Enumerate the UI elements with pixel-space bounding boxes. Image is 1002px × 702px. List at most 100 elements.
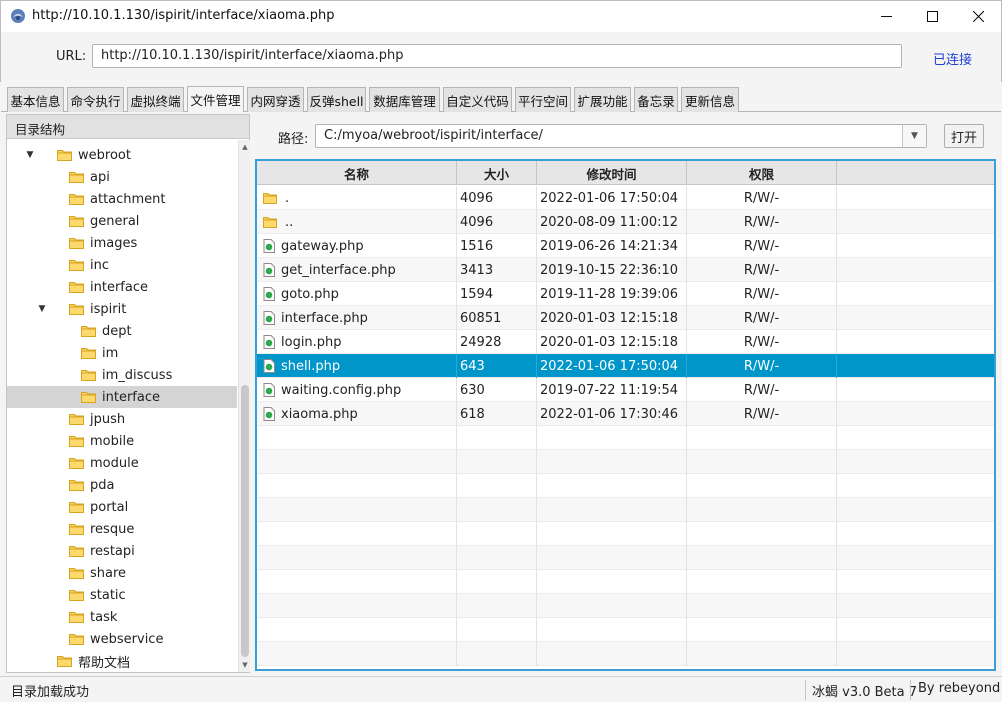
filler-cell <box>837 234 994 258</box>
tab-8[interactable]: 平行空间 <box>515 87 571 112</box>
file-name-cell[interactable]: .. <box>257 210 457 234</box>
tab-6[interactable]: 数据库管理 <box>369 87 440 112</box>
tab-10[interactable]: 备忘录 <box>634 87 678 112</box>
close-icon <box>972 11 984 22</box>
tree-item[interactable]: images <box>7 232 237 254</box>
tab-11[interactable]: 更新信息 <box>681 87 739 112</box>
file-perm-cell: R/W/- <box>687 402 837 426</box>
tree-item[interactable]: interface <box>7 276 237 298</box>
table-row[interactable]: goto.php 1594 2019-11-28 19:39:06 R/W/- <box>257 282 994 306</box>
tab-1[interactable]: 命令执行 <box>67 87 124 112</box>
url-input[interactable]: http://10.10.1.130/ispirit/interface/xia… <box>92 44 902 68</box>
column-header-perm[interactable]: 权限 <box>687 161 837 185</box>
tree-item[interactable]: static <box>7 584 237 606</box>
table-row[interactable]: .. 4096 2020-08-09 11:00:12 R/W/- <box>257 210 994 234</box>
file-name-cell[interactable]: gateway.php <box>257 234 457 258</box>
tree-item[interactable]: api <box>7 166 237 188</box>
file-name-cell[interactable]: goto.php <box>257 282 457 306</box>
php-file-icon <box>263 335 275 349</box>
tree-item[interactable]: ▼ webroot <box>7 144 237 166</box>
expand-arrow-icon[interactable]: ▼ <box>37 304 47 314</box>
empty-cell <box>687 426 837 450</box>
file-mtime-cell: 2022-01-06 17:30:46 <box>537 402 687 426</box>
file-name-cell[interactable]: interface.php <box>257 306 457 330</box>
file-size-cell: 630 <box>457 378 537 402</box>
column-header-size[interactable]: 大小 <box>457 161 537 185</box>
path-value[interactable]: C:/myoa/webroot/ispirit/interface/ <box>324 128 543 143</box>
tree-item[interactable]: task <box>7 606 237 628</box>
tree-item[interactable]: im_discuss <box>7 364 237 386</box>
tree-item[interactable]: dept <box>7 320 237 342</box>
empty-cell <box>537 642 687 666</box>
tab-5[interactable]: 反弹shell <box>307 87 366 112</box>
tree-item-label: pda <box>90 477 115 493</box>
php-file-icon <box>263 359 275 373</box>
table-row[interactable]: gateway.php 1516 2019-06-26 14:21:34 R/W/- <box>257 234 994 258</box>
table-row[interactable]: . 4096 2022-01-06 17:50:04 R/W/- <box>257 186 994 210</box>
tree-item[interactable]: portal <box>7 496 237 518</box>
filler-cell <box>837 258 994 282</box>
minimize-button[interactable] <box>863 1 909 32</box>
tree-scrollbar[interactable]: ▲ ▼ <box>238 140 250 672</box>
tree-item[interactable]: general <box>7 210 237 232</box>
file-mtime-cell: 2019-11-28 19:39:06 <box>537 282 687 306</box>
tree-item[interactable]: im <box>7 342 237 364</box>
open-button[interactable]: 打开 <box>944 124 984 148</box>
tab-0[interactable]: 基本信息 <box>7 87 64 112</box>
tree-item[interactable]: ▼ ispirit <box>7 298 237 320</box>
file-mtime-cell: 2019-10-15 22:36:10 <box>537 258 687 282</box>
file-name-cell[interactable]: . <box>257 186 457 210</box>
tree-item[interactable]: mobile <box>7 430 237 452</box>
file-name-cell[interactable]: login.php <box>257 330 457 354</box>
tree-item-label: static <box>90 587 126 603</box>
column-header-mtime[interactable]: 修改时间 <box>537 161 687 185</box>
chevron-down-icon[interactable]: ▼ <box>902 125 926 147</box>
file-name-cell[interactable]: get_interface.php <box>257 258 457 282</box>
tree-item[interactable]: pda <box>7 474 237 496</box>
tab-3[interactable]: 文件管理 <box>187 86 244 112</box>
tree-item[interactable]: module <box>7 452 237 474</box>
scroll-down-icon[interactable]: ▼ <box>240 660 250 670</box>
tree-item[interactable]: restapi <box>7 540 237 562</box>
close-button[interactable] <box>955 1 1001 32</box>
tree-item-label: inc <box>90 257 109 273</box>
file-name: waiting.config.php <box>281 382 402 398</box>
folder-icon <box>81 326 96 337</box>
file-name-cell[interactable]: shell.php <box>257 354 457 378</box>
tree-item[interactable]: attachment <box>7 188 237 210</box>
tree-item[interactable]: interface <box>7 386 237 408</box>
path-combobox[interactable]: C:/myoa/webroot/ispirit/interface/ ▼ <box>315 124 927 148</box>
scroll-up-icon[interactable]: ▲ <box>240 142 250 152</box>
tree-item[interactable]: 帮助文档 <box>7 650 237 672</box>
filler-cell <box>837 402 994 426</box>
table-row[interactable]: get_interface.php 3413 2019-10-15 22:36:10… <box>257 258 994 282</box>
table-row[interactable]: waiting.config.php 630 2019-07-22 11:19:54… <box>257 378 994 402</box>
scrollbar-thumb[interactable] <box>241 385 249 657</box>
file-perm-cell: R/W/- <box>687 306 837 330</box>
file-name-cell[interactable]: xiaoma.php <box>257 402 457 426</box>
empty-cell <box>257 426 457 450</box>
tree-item[interactable]: webservice <box>7 628 237 650</box>
table-row[interactable]: login.php 24928 2020-01-03 12:15:18 R/W/- <box>257 330 994 354</box>
maximize-button[interactable] <box>909 1 955 32</box>
tab-4[interactable]: 内网穿透 <box>247 87 304 112</box>
tab-9[interactable]: 扩展功能 <box>574 87 631 112</box>
tree-item[interactable]: jpush <box>7 408 237 430</box>
tree-item[interactable]: inc <box>7 254 237 276</box>
folder-icon <box>69 304 84 315</box>
tab-7[interactable]: 自定义代码 <box>443 87 512 112</box>
table-row[interactable]: interface.php 60851 2020-01-03 12:15:18 R/W… <box>257 306 994 330</box>
empty-cell <box>837 498 994 522</box>
empty-cell <box>687 546 837 570</box>
column-header-name[interactable]: 名称 <box>257 161 457 185</box>
empty-cell <box>257 618 457 642</box>
tree-item[interactable]: resque <box>7 518 237 540</box>
file-name-cell[interactable]: waiting.config.php <box>257 378 457 402</box>
expand-arrow-icon[interactable]: ▼ <box>25 150 35 160</box>
table-row[interactable]: xiaoma.php 618 2022-01-06 17:30:46 R/W/- <box>257 402 994 426</box>
file-perm-cell: R/W/- <box>687 234 837 258</box>
tab-2[interactable]: 虚拟终端 <box>127 87 184 112</box>
table-row[interactable]: shell.php 643 2022-01-06 17:50:04 R/W/- <box>257 354 994 378</box>
directory-tree[interactable]: ▼ webroot api attachment general images inc int… <box>7 140 237 672</box>
tree-item[interactable]: share <box>7 562 237 584</box>
